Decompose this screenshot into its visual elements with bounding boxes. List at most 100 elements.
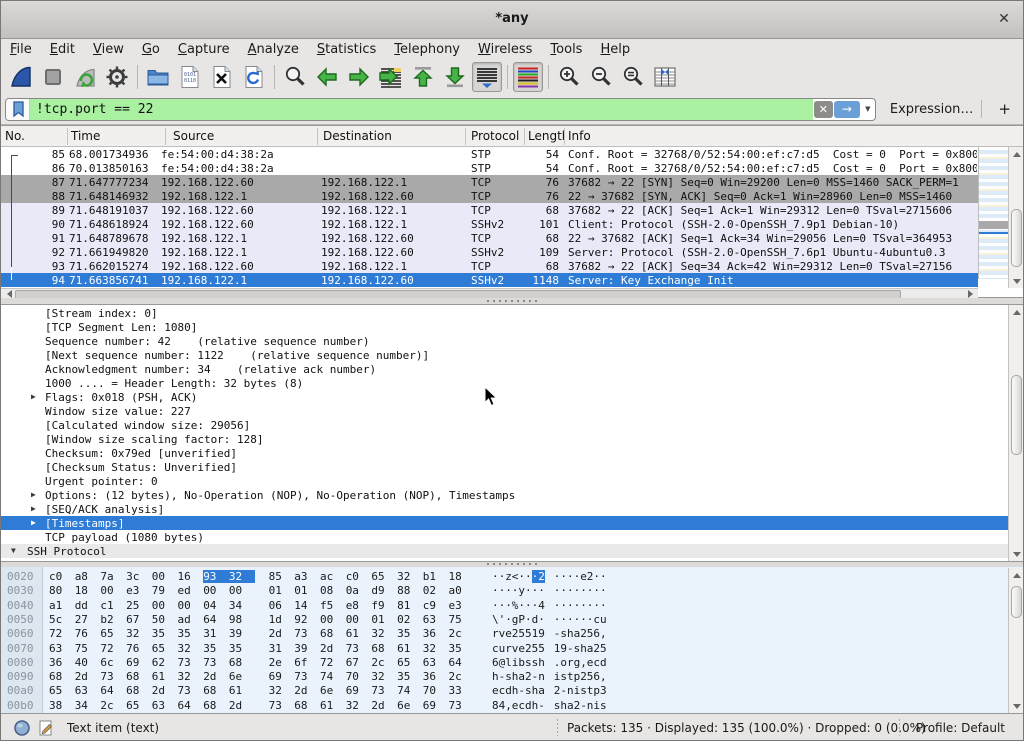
column-separator[interactable] [524, 128, 525, 145]
hex-row[interactable]: 006072766532353531392d7368613235362crve2… [1, 626, 1008, 640]
menu-item-analyze[interactable]: Analyze [239, 41, 308, 58]
collapsed-arrow-icon[interactable]: ▶ [31, 504, 36, 513]
menu-item-statistics[interactable]: Statistics [308, 41, 385, 58]
detail-line[interactable]: Sequence number: 42 (relative sequence n… [1, 334, 1008, 348]
detail-line[interactable]: [TCP Segment Len: 1080] [1, 320, 1008, 334]
packet-row-94[interactable]: 9471.663856741192.168.122.1192.168.122.6… [1, 273, 978, 287]
column-separator[interactable] [165, 128, 166, 145]
menu-item-view[interactable]: View [84, 41, 133, 58]
status-profile[interactable]: Profile: Default [916, 721, 1005, 735]
hex-row[interactable]: 0030801800e379ed00000101080ad98802a0····… [1, 583, 1008, 597]
hex-row[interactable]: 00505c27b26750ad64981d92000001026375\'·g… [1, 612, 1008, 626]
hex-row[interactable]: 00b038342c656364682d736861322d6e697384,e… [1, 698, 1008, 712]
detail-line[interactable]: Window size value: 227 [1, 404, 1008, 418]
packet-list-vscrollbar[interactable] [1008, 147, 1024, 288]
detail-line[interactable]: ▶Options: (12 bytes), No-Operation (NOP)… [1, 488, 1008, 502]
stop-capture-button[interactable] [38, 62, 68, 92]
filter-bookmark-button[interactable] [6, 99, 30, 120]
column-separator[interactable] [465, 128, 466, 145]
detail-line[interactable]: ▶[SEQ/ACK analysis] [1, 502, 1008, 516]
packet-row-93[interactable]: 9371.662015274192.168.122.60192.168.122.… [1, 259, 978, 273]
packet-row-91[interactable]: 9171.648789678192.168.122.1192.168.122.6… [1, 231, 978, 245]
restart-capture-button[interactable] [70, 62, 100, 92]
zoom-reset-button[interactable] [618, 62, 648, 92]
hex-row[interactable]: 008036406c69627373682e6f72672c6563646@li… [1, 655, 1008, 669]
menu-item-help[interactable]: Help [591, 41, 639, 58]
detail-line[interactable]: [Next sequence number: 1122 (relative se… [1, 348, 1008, 362]
detail-line[interactable]: [Checksum Status: Unverified] [1, 460, 1008, 474]
open-file-button[interactable] [143, 62, 173, 92]
add-filter-button[interactable]: + [990, 100, 1019, 118]
column-header-length[interactable]: Length [528, 129, 564, 143]
hex-row[interactable]: 0090682d736861322d6e697374703235362ch-sh… [1, 669, 1008, 683]
menu-item-tools[interactable]: Tools [541, 41, 591, 58]
column-separator[interactable] [317, 128, 318, 145]
collapsed-arrow-icon[interactable]: ▶ [31, 392, 36, 401]
collapsed-arrow-icon[interactable]: ▶ [31, 518, 36, 527]
packet-bytes-pane[interactable]: 0020c0a87a3c0016933285a3acc06532b118··z<… [1, 567, 1024, 714]
menu-item-capture[interactable]: Capture [169, 41, 239, 58]
packet-row-92[interactable]: 9271.661949820192.168.122.1192.168.122.6… [1, 245, 978, 259]
detail-line[interactable]: Urgent pointer: 0 [1, 474, 1008, 488]
resize-columns-button[interactable] [650, 62, 680, 92]
zoom-out-button[interactable] [586, 62, 616, 92]
detail-line[interactable]: ▶[Timestamps] [1, 516, 1008, 530]
column-separator[interactable] [67, 128, 68, 145]
column-header-info[interactable]: Info [568, 129, 591, 143]
collapsed-arrow-icon[interactable]: ▶ [31, 490, 36, 499]
column-header-no[interactable]: No. [5, 129, 25, 143]
hex-row[interactable]: 0070637572766532353531392d7368613235curv… [1, 641, 1008, 655]
filter-apply-button[interactable]: → [834, 101, 860, 118]
expanded-arrow-icon[interactable]: ▼ [11, 546, 16, 555]
save-file-button[interactable]: 01010110 [175, 62, 205, 92]
next-packet-button[interactable] [344, 62, 374, 92]
detail-line[interactable]: [Stream index: 0] [1, 306, 1008, 320]
packet-row-89[interactable]: 8971.648191037192.168.122.60192.168.122.… [1, 203, 978, 217]
detail-line[interactable]: [Calculated window size: 29056] [1, 418, 1008, 432]
last-packet-button[interactable] [440, 62, 470, 92]
reload-file-button[interactable] [239, 62, 269, 92]
packet-row-90[interactable]: 9071.648618924192.168.122.60192.168.122.… [1, 217, 978, 231]
colorize-button[interactable] [513, 62, 543, 92]
column-header-protocol[interactable]: Protocol [471, 129, 519, 143]
menu-item-file[interactable]: File [1, 41, 41, 58]
packet-list-header[interactable]: No. Time Source Destination Protocol Length In… [1, 126, 1024, 147]
details-vscrollbar[interactable] [1008, 305, 1024, 561]
menu-item-edit[interactable]: Edit [41, 41, 84, 58]
detail-line[interactable]: ▼SSH Protocol [1, 544, 1008, 558]
column-separator[interactable] [564, 128, 565, 145]
go-to-packet-button[interactable] [376, 62, 406, 92]
auto-scroll-button[interactable] [472, 62, 502, 92]
detail-line[interactable]: TCP payload (1080 bytes) [1, 530, 1008, 544]
detail-line[interactable]: Checksum: 0x79ed [unverified] [1, 446, 1008, 460]
zoom-in-button[interactable] [554, 62, 584, 92]
close-window-button[interactable]: ✕ [995, 10, 1013, 28]
capture-options-button[interactable] [102, 62, 132, 92]
detail-line[interactable]: 1000 .... = Header Length: 32 bytes (8) [1, 376, 1008, 390]
previous-packet-button[interactable] [312, 62, 342, 92]
expression-button[interactable]: Expression… [890, 102, 974, 117]
packet-row-85[interactable]: 8568.001734936fe:54:00:d4:38:2aSTP54Conf… [1, 147, 978, 161]
column-header-destination[interactable]: Destination [323, 129, 392, 143]
expert-info-icon[interactable] [13, 719, 31, 737]
filter-history-dropdown[interactable]: ▼ [861, 99, 875, 120]
packet-list-minimap[interactable] [978, 147, 1008, 279]
menu-item-wireless[interactable]: Wireless [469, 41, 541, 58]
detail-line[interactable]: Acknowledgment number: 34 (relative ack … [1, 362, 1008, 376]
capture-comment-icon[interactable] [37, 719, 55, 737]
packet-row-88[interactable]: 8871.648146932192.168.122.1192.168.122.6… [1, 189, 978, 203]
bytes-vscrollbar[interactable] [1008, 568, 1024, 713]
hex-row[interactable]: 0040a1ddc125000004340614f5e8f981c9e3···%… [1, 598, 1008, 612]
menu-item-go[interactable]: Go [133, 41, 169, 58]
hex-row[interactable]: 00a0656364682d736861322d6e6973747033ecdh… [1, 683, 1008, 697]
start-capture-button[interactable] [6, 62, 36, 92]
display-filter-input[interactable]: !tcp.port == 22 [30, 99, 813, 120]
packet-row-87[interactable]: 8771.647777234192.168.122.60192.168.122.… [1, 175, 978, 189]
detail-line[interactable]: [Window size scaling factor: 128] [1, 432, 1008, 446]
column-header-source[interactable]: Source [173, 129, 214, 143]
column-header-time[interactable]: Time [71, 129, 100, 143]
packet-row-86[interactable]: 8670.013850163fe:54:00:d4:38:2aSTP54Conf… [1, 161, 978, 175]
find-packet-button[interactable] [280, 62, 310, 92]
hex-row[interactable]: 0020c0a87a3c0016933285a3acc06532b118··z<… [1, 569, 1008, 583]
first-packet-button[interactable] [408, 62, 438, 92]
